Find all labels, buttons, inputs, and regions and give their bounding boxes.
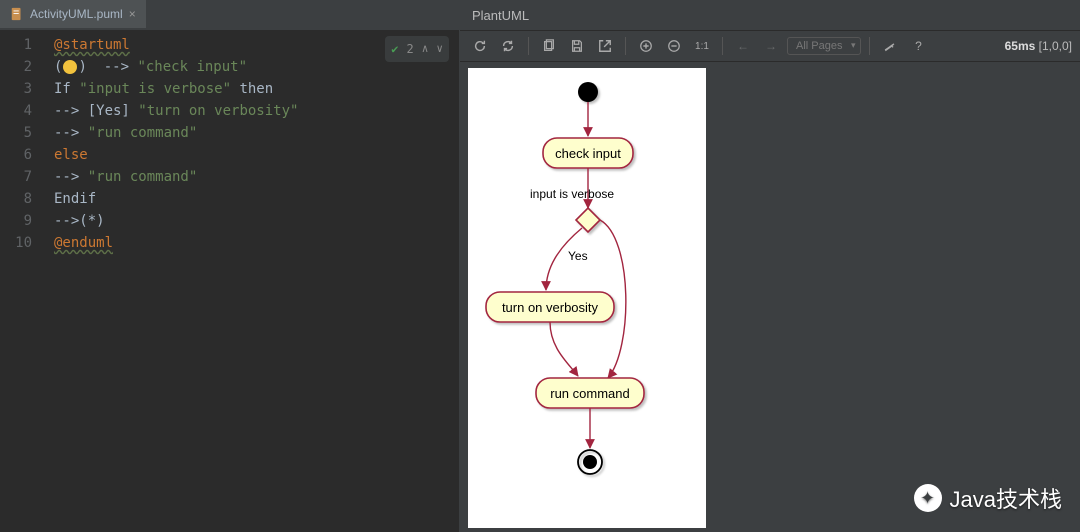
copy-icon[interactable] <box>537 34 561 58</box>
editor-tab-bar: ActivityUML.puml × <box>0 0 459 30</box>
render-status: 65ms [1,0,0] <box>1005 39 1072 53</box>
editor-pane: ActivityUML.puml × 12345678910 @startuml… <box>0 0 460 532</box>
puml-file-icon <box>10 7 24 21</box>
save-icon[interactable] <box>565 34 589 58</box>
reload-icon[interactable] <box>496 34 520 58</box>
refresh-icon[interactable] <box>468 34 492 58</box>
diagram-canvas[interactable]: check input input is verbose Yes turn on… <box>460 62 1080 532</box>
intention-bulb-icon[interactable] <box>63 60 77 74</box>
preview-toolbar: 1:1 ← → All Pages ? 65ms [1,0,0] <box>460 30 1080 62</box>
code-area[interactable]: @startuml () --> "check input" If "input… <box>40 30 459 532</box>
code-editor[interactable]: 12345678910 @startuml () --> "check inpu… <box>0 30 459 532</box>
svg-text:check input: check input <box>555 146 621 161</box>
external-icon[interactable] <box>593 34 617 58</box>
preview-pane: PlantUML 1:1 ← → All Pages ? 65ms [1,0,0… <box>460 0 1080 532</box>
svg-text:Yes: Yes <box>568 249 588 263</box>
zoom-reset-button[interactable]: 1:1 <box>690 34 714 58</box>
zoom-out-icon[interactable] <box>662 34 686 58</box>
chevron-down-icon[interactable]: ∨ <box>436 38 443 60</box>
settings-icon[interactable] <box>878 34 902 58</box>
preview-title: PlantUML <box>460 0 1080 30</box>
svg-text:run command: run command <box>550 386 629 401</box>
zoom-in-icon[interactable] <box>634 34 658 58</box>
editor-tab-active[interactable]: ActivityUML.puml × <box>0 0 146 30</box>
tab-filename: ActivityUML.puml <box>30 7 123 21</box>
check-icon: ✔ <box>391 38 398 60</box>
page-select[interactable]: All Pages <box>787 37 861 55</box>
help-icon[interactable]: ? <box>906 34 930 58</box>
svg-text:input is verbose: input is verbose <box>530 187 614 201</box>
problem-count: 2 <box>407 38 414 60</box>
chevron-up-icon[interactable]: ∧ <box>422 38 429 60</box>
activity-diagram: check input input is verbose Yes turn on… <box>468 68 706 528</box>
close-icon[interactable]: × <box>129 7 136 21</box>
watermark: ✦ Java技术栈 <box>914 482 1062 514</box>
svg-text:turn on verbosity: turn on verbosity <box>502 300 599 315</box>
wechat-icon: ✦ <box>914 484 942 512</box>
inspection-widget[interactable]: ✔ 2 ∧ ∨ <box>385 36 449 62</box>
prev-page-icon[interactable]: ← <box>731 34 755 58</box>
next-page-icon[interactable]: → <box>759 34 783 58</box>
line-gutter: 12345678910 <box>0 30 40 532</box>
